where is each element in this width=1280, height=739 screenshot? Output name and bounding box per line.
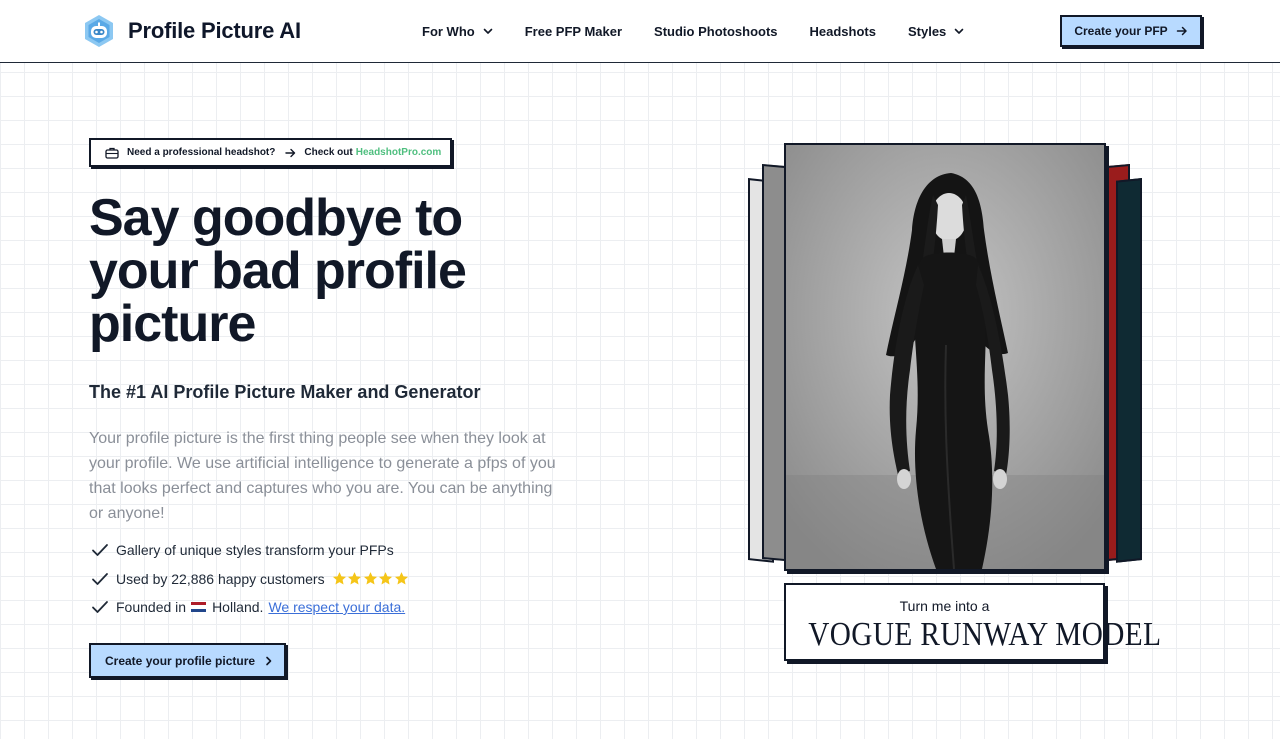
nav-item-free-pfp-maker[interactable]: Free PFP Maker xyxy=(525,24,622,39)
star-icon xyxy=(332,572,346,585)
nav-item-styles[interactable]: Styles xyxy=(908,24,964,39)
arrow-right-icon xyxy=(1176,26,1187,36)
create-profile-picture-button[interactable]: Create your profile picture xyxy=(89,643,286,678)
nav-item-label: Headshots xyxy=(809,23,876,39)
rating-stars xyxy=(332,571,410,586)
feature-text: Used by 22,886 happy customers xyxy=(116,570,325,587)
style-card-stack xyxy=(740,138,1160,578)
chevron-right-icon xyxy=(266,656,272,665)
briefcase-icon xyxy=(105,147,119,159)
netherlands-flag-icon xyxy=(191,601,207,613)
star-icon xyxy=(348,572,362,585)
founded-place: Holland. xyxy=(212,599,264,615)
feature-founded: Founded in Holland. We respect your data… xyxy=(89,597,409,617)
checkmark-icon xyxy=(92,601,108,613)
create-profile-picture-label: Create your profile picture xyxy=(105,653,256,668)
feature-list: Gallery of unique styles transform your … xyxy=(89,540,409,626)
feature-gallery: Gallery of unique styles transform your … xyxy=(89,540,409,560)
example-photo-card xyxy=(784,143,1106,571)
partner-link[interactable]: HeadshotPro.com xyxy=(356,147,442,158)
style-caption-card: Turn me into a VOGUE RUNWAY MODEL xyxy=(784,583,1162,661)
runway-model-photo xyxy=(786,145,1104,569)
hero-headline: Say goodbye to your bad profile picture xyxy=(89,189,467,353)
feature-customers: Used by 22,886 happy customers xyxy=(89,569,409,589)
nav-item-headshots[interactable]: Headshots xyxy=(810,24,876,39)
main-menu: For Who Free PFP Maker Studio Photoshoot… xyxy=(422,0,996,62)
privacy-link[interactable]: We respect your data. xyxy=(268,599,405,615)
arrow-right-icon xyxy=(285,148,296,157)
nav-item-label: Studio Photoshoots xyxy=(654,23,778,39)
headshot-promo-banner[interactable]: Need a professional headshot? Check out … xyxy=(89,138,452,167)
feature-text: Gallery of unique styles transform your … xyxy=(116,542,394,558)
brand-logo[interactable]: Profile Picture AI xyxy=(82,14,301,48)
create-pfp-button[interactable]: Create your PFP xyxy=(1060,15,1202,47)
create-pfp-label: Create your PFP xyxy=(1074,24,1168,38)
style-card-behind xyxy=(1116,178,1142,563)
hero-subtitle: The #1 AI Profile Picture Maker and Gene… xyxy=(89,382,481,402)
checkmark-icon xyxy=(92,544,108,556)
banner-check-out: Check out xyxy=(304,147,353,158)
robot-logo-icon xyxy=(85,15,113,47)
star-icon xyxy=(394,572,408,585)
caption-style-name: VOGUE RUNWAY MODEL xyxy=(808,616,1162,653)
hero-description: Your profile picture is the first thing … xyxy=(89,430,556,522)
caption-intro: Turn me into a xyxy=(899,598,990,614)
nav-item-label: For Who xyxy=(422,23,475,39)
nav-item-for-who[interactable]: For Who xyxy=(422,24,493,39)
top-navigation: Profile Picture AI For Who Free PFP Make… xyxy=(0,0,1280,63)
star-icon xyxy=(379,572,393,585)
nav-item-label: Styles xyxy=(907,23,947,39)
star-icon xyxy=(363,572,377,585)
chevron-down-icon xyxy=(954,28,964,34)
chevron-down-icon xyxy=(483,28,493,34)
feature-text: Founded in xyxy=(116,599,187,615)
banner-text: Need a professional headshot? xyxy=(127,147,276,158)
brand-name: Profile Picture AI xyxy=(128,18,301,43)
checkmark-icon xyxy=(92,572,108,585)
nav-item-studio-photoshoots[interactable]: Studio Photoshoots xyxy=(654,24,777,39)
nav-item-label: Free PFP Maker xyxy=(524,23,623,39)
